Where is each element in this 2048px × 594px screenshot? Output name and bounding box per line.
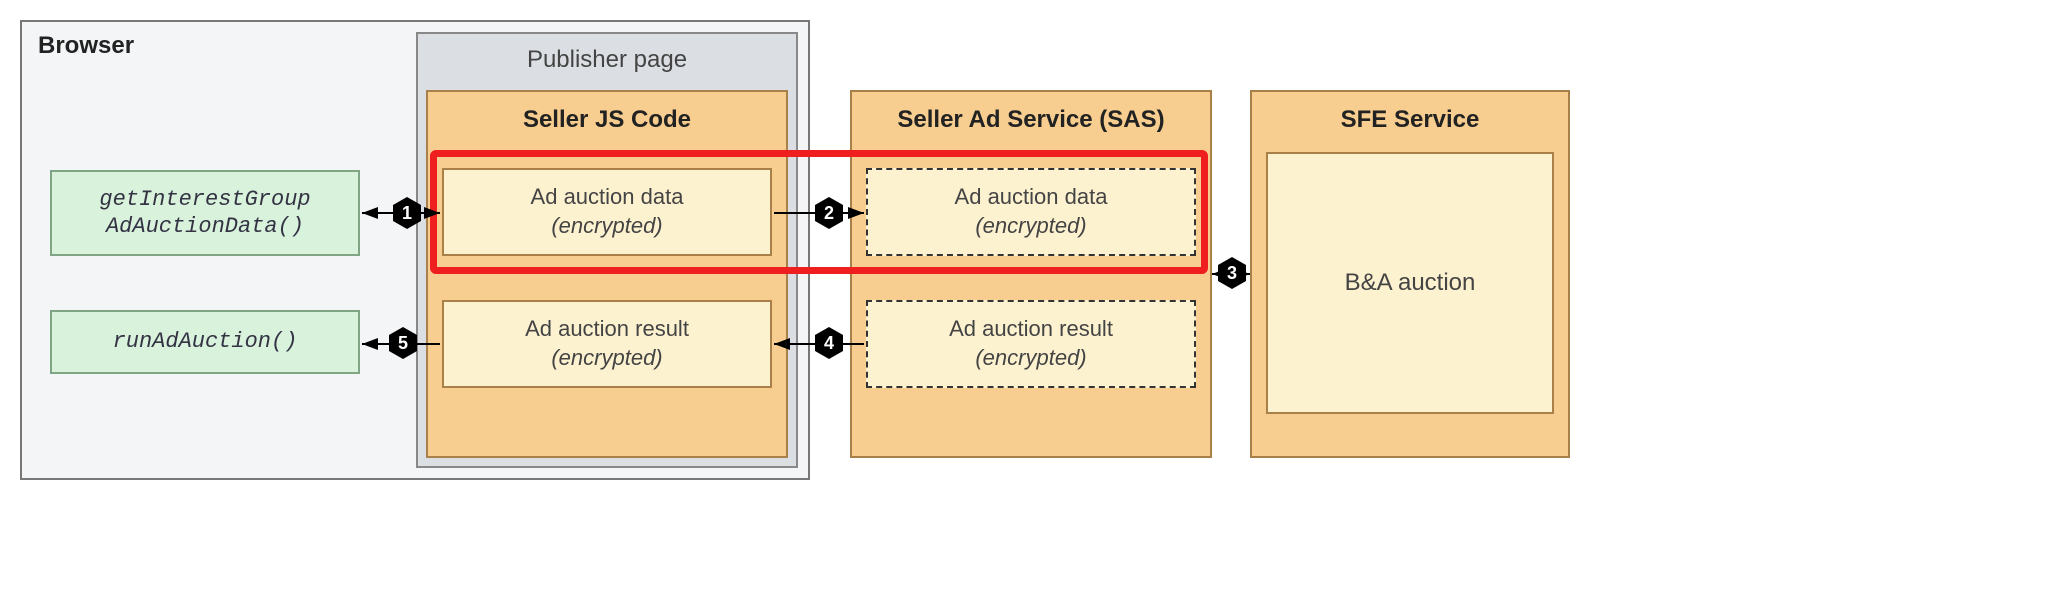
publisher-page-label: Publisher page	[418, 46, 796, 74]
api-getinterestgroup-label: getInterestGroup AdAuctionData()	[99, 186, 310, 241]
ad-auction-data-line2: (encrypted)	[551, 212, 662, 241]
step-badge-1: 1	[390, 196, 424, 230]
ad-auction-result-sas: Ad auction result (encrypted)	[866, 300, 1196, 388]
ad-auction-result-sellerjs: Ad auction result (encrypted)	[442, 300, 772, 388]
seller-js-title: Seller JS Code	[428, 106, 786, 134]
ad-auction-result-sas-line1: Ad auction result	[949, 315, 1113, 344]
step-4-label: 4	[824, 333, 834, 354]
step-badge-5: 5	[386, 326, 420, 360]
sfe-title: SFE Service	[1252, 106, 1568, 134]
step-badge-4: 4	[812, 326, 846, 360]
ad-auction-data-sas: Ad auction data (encrypted)	[866, 168, 1196, 256]
sas-title: Seller Ad Service (SAS)	[852, 106, 1210, 134]
ad-auction-result-line1: Ad auction result	[525, 315, 689, 344]
ba-auction-label: B&A auction	[1345, 267, 1476, 298]
api-runadauction: runAdAuction()	[50, 310, 360, 374]
ad-auction-data-sas-line1: Ad auction data	[955, 183, 1108, 212]
api-getinterestgroup: getInterestGroup AdAuctionData()	[50, 170, 360, 256]
ba-auction-box: B&A auction	[1266, 152, 1554, 414]
ad-auction-data-line1: Ad auction data	[531, 183, 684, 212]
ad-auction-result-line2: (encrypted)	[551, 344, 662, 373]
ad-auction-data-sas-line2: (encrypted)	[975, 212, 1086, 241]
browser-label: Browser	[38, 32, 134, 60]
step-badge-3: 3	[1215, 256, 1249, 290]
step-badge-2: 2	[812, 196, 846, 230]
api-runadauction-label: runAdAuction()	[113, 328, 298, 356]
sas-container: Seller Ad Service (SAS)	[850, 90, 1212, 458]
step-5-label: 5	[398, 333, 408, 354]
ad-auction-data-sellerjs: Ad auction data (encrypted)	[442, 168, 772, 256]
step-3-label: 3	[1227, 263, 1237, 284]
ad-auction-result-sas-line2: (encrypted)	[975, 344, 1086, 373]
diagram-root: Browser Publisher page Seller JS Code Se…	[20, 20, 1570, 480]
step-1-label: 1	[402, 203, 412, 224]
step-2-label: 2	[824, 203, 834, 224]
seller-js-container: Seller JS Code	[426, 90, 788, 458]
